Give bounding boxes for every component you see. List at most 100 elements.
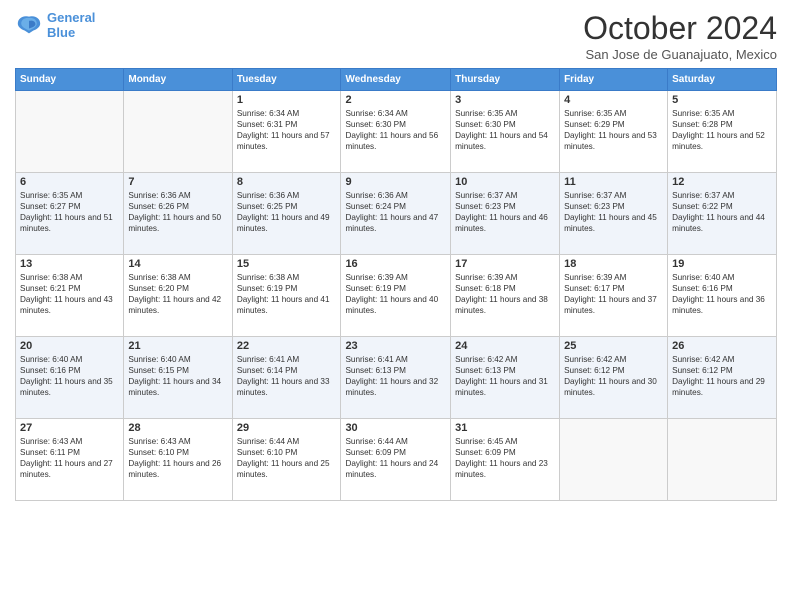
calendar-header-row: Sunday Monday Tuesday Wednesday Thursday… xyxy=(16,69,777,91)
day-number: 26 xyxy=(672,340,772,352)
day-info: Sunrise: 6:34 AMSunset: 6:30 PMDaylight:… xyxy=(345,108,446,152)
col-thursday: Thursday xyxy=(451,69,560,91)
calendar-cell xyxy=(560,419,668,501)
day-number: 31 xyxy=(455,422,555,434)
calendar-cell: 25 Sunrise: 6:42 AMSunset: 6:12 PMDayligh… xyxy=(560,337,668,419)
day-number: 28 xyxy=(128,422,227,434)
calendar-cell: 1Sunrise: 6:34 AMSunset: 6:31 PMDaylight… xyxy=(232,91,341,173)
calendar-cell: 26 Sunrise: 6:42 AMSunset: 6:12 PMDayligh… xyxy=(668,337,777,419)
calendar-cell: 30 Sunrise: 6:44 AMSunset: 6:09 PMDayligh… xyxy=(341,419,451,501)
calendar-cell: 22 Sunrise: 6:41 AMSunset: 6:14 PMDayligh… xyxy=(232,337,341,419)
calendar-cell: 15Sunrise: 6:38 AMSunset: 6:19 PMDayligh… xyxy=(232,255,341,337)
day-info: Sunrise: 6:36 AMSunset: 6:25 PMDaylight:… xyxy=(237,190,337,234)
day-info: Sunrise: 6:40 AMSunset: 6:16 PMDaylight:… xyxy=(20,354,119,398)
day-number: 30 xyxy=(345,422,446,434)
day-info: Sunrise: 6:42 AMSunset: 6:12 PMDaylight:… xyxy=(564,354,663,398)
col-friday: Friday xyxy=(560,69,668,91)
day-number: 13 xyxy=(20,258,119,270)
calendar-cell: 19 Sunrise: 6:40 AMSunset: 6:16 PMDayligh… xyxy=(668,255,777,337)
day-number: 1 xyxy=(237,94,337,106)
col-monday: Monday xyxy=(124,69,232,91)
day-number: 4 xyxy=(564,94,663,106)
calendar-cell: 29 Sunrise: 6:44 AMSunset: 6:10 PMDayligh… xyxy=(232,419,341,501)
day-info: Sunrise: 6:37 AMSunset: 6:23 PMDaylight:… xyxy=(455,190,555,234)
day-info: Sunrise: 6:39 AMSunset: 6:19 PMDaylight:… xyxy=(345,272,446,316)
day-number: 20 xyxy=(20,340,119,352)
col-tuesday: Tuesday xyxy=(232,69,341,91)
day-info: Sunrise: 6:41 AMSunset: 6:14 PMDaylight:… xyxy=(237,354,337,398)
day-number: 10 xyxy=(455,176,555,188)
calendar-cell: 20 Sunrise: 6:40 AMSunset: 6:16 PMDayligh… xyxy=(16,337,124,419)
logo-icon xyxy=(15,11,43,39)
calendar-cell: 6Sunrise: 6:35 AMSunset: 6:27 PMDaylight… xyxy=(16,173,124,255)
day-number: 5 xyxy=(672,94,772,106)
day-number: 6 xyxy=(20,176,119,188)
day-number: 22 xyxy=(237,340,337,352)
day-number: 19 xyxy=(672,258,772,270)
calendar-cell: 5 Sunrise: 6:35 AMSunset: 6:28 PMDaylight… xyxy=(668,91,777,173)
calendar-week-row: 6Sunrise: 6:35 AMSunset: 6:27 PMDaylight… xyxy=(16,173,777,255)
col-wednesday: Wednesday xyxy=(341,69,451,91)
calendar-cell xyxy=(668,419,777,501)
calendar-cell: 27 Sunrise: 6:43 AMSunset: 6:11 PMDayligh… xyxy=(16,419,124,501)
day-info: Sunrise: 6:36 AMSunset: 6:26 PMDaylight:… xyxy=(128,190,227,234)
day-info: Sunrise: 6:41 AMSunset: 6:13 PMDaylight:… xyxy=(345,354,446,398)
calendar-cell: 16 Sunrise: 6:39 AMSunset: 6:19 PMDayligh… xyxy=(341,255,451,337)
day-info: Sunrise: 6:35 AMSunset: 6:30 PMDaylight:… xyxy=(455,108,555,152)
calendar-cell: 21Sunrise: 6:40 AMSunset: 6:15 PMDayligh… xyxy=(124,337,232,419)
calendar-cell: 28 Sunrise: 6:43 AMSunset: 6:10 PMDayligh… xyxy=(124,419,232,501)
day-info: Sunrise: 6:43 AMSunset: 6:11 PMDaylight:… xyxy=(20,436,119,480)
day-number: 12 xyxy=(672,176,772,188)
col-sunday: Sunday xyxy=(16,69,124,91)
calendar-cell: 17Sunrise: 6:39 AMSunset: 6:18 PMDayligh… xyxy=(451,255,560,337)
calendar-week-row: 20 Sunrise: 6:40 AMSunset: 6:16 PMDayligh… xyxy=(16,337,777,419)
month-title: October 2024 xyxy=(583,10,777,47)
calendar-week-row: 13 Sunrise: 6:38 AMSunset: 6:21 PMDayligh… xyxy=(16,255,777,337)
day-info: Sunrise: 6:38 AMSunset: 6:21 PMDaylight:… xyxy=(20,272,119,316)
day-number: 8 xyxy=(237,176,337,188)
calendar-cell: 8 Sunrise: 6:36 AMSunset: 6:25 PMDaylight… xyxy=(232,173,341,255)
day-info: Sunrise: 6:37 AMSunset: 6:23 PMDaylight:… xyxy=(564,190,663,234)
day-number: 29 xyxy=(237,422,337,434)
day-info: Sunrise: 6:44 AMSunset: 6:10 PMDaylight:… xyxy=(237,436,337,480)
location: San Jose de Guanajuato, Mexico xyxy=(583,47,777,62)
day-number: 24 xyxy=(455,340,555,352)
day-info: Sunrise: 6:40 AMSunset: 6:16 PMDaylight:… xyxy=(672,272,772,316)
calendar-cell: 10 Sunrise: 6:37 AMSunset: 6:23 PMDayligh… xyxy=(451,173,560,255)
day-number: 23 xyxy=(345,340,446,352)
calendar-cell xyxy=(16,91,124,173)
calendar-cell: 9Sunrise: 6:36 AMSunset: 6:24 PMDaylight… xyxy=(341,173,451,255)
col-saturday: Saturday xyxy=(668,69,777,91)
day-number: 16 xyxy=(345,258,446,270)
day-number: 25 xyxy=(564,340,663,352)
day-info: Sunrise: 6:37 AMSunset: 6:22 PMDaylight:… xyxy=(672,190,772,234)
day-number: 2 xyxy=(345,94,446,106)
page: General Blue October 2024 San Jose de Gu… xyxy=(0,0,792,612)
calendar-cell xyxy=(124,91,232,173)
calendar-cell: 7 Sunrise: 6:36 AMSunset: 6:26 PMDaylight… xyxy=(124,173,232,255)
day-number: 9 xyxy=(345,176,446,188)
calendar-cell: 24Sunrise: 6:42 AMSunset: 6:13 PMDayligh… xyxy=(451,337,560,419)
day-number: 7 xyxy=(128,176,227,188)
day-info: Sunrise: 6:42 AMSunset: 6:12 PMDaylight:… xyxy=(672,354,772,398)
calendar-cell: 14Sunrise: 6:38 AMSunset: 6:20 PMDayligh… xyxy=(124,255,232,337)
logo-text: General Blue xyxy=(47,10,95,40)
day-number: 15 xyxy=(237,258,337,270)
calendar-week-row: 1Sunrise: 6:34 AMSunset: 6:31 PMDaylight… xyxy=(16,91,777,173)
day-info: Sunrise: 6:39 AMSunset: 6:18 PMDaylight:… xyxy=(455,272,555,316)
day-info: Sunrise: 6:45 AMSunset: 6:09 PMDaylight:… xyxy=(455,436,555,480)
calendar-cell: 12 Sunrise: 6:37 AMSunset: 6:22 PMDayligh… xyxy=(668,173,777,255)
day-number: 27 xyxy=(20,422,119,434)
calendar-cell: 13 Sunrise: 6:38 AMSunset: 6:21 PMDayligh… xyxy=(16,255,124,337)
day-info: Sunrise: 6:35 AMSunset: 6:29 PMDaylight:… xyxy=(564,108,663,152)
logo: General Blue xyxy=(15,10,95,40)
day-info: Sunrise: 6:44 AMSunset: 6:09 PMDaylight:… xyxy=(345,436,446,480)
day-number: 18 xyxy=(564,258,663,270)
title-block: October 2024 San Jose de Guanajuato, Mex… xyxy=(583,10,777,62)
day-number: 3 xyxy=(455,94,555,106)
day-number: 14 xyxy=(128,258,227,270)
calendar-cell: 3 Sunrise: 6:35 AMSunset: 6:30 PMDaylight… xyxy=(451,91,560,173)
calendar-cell: 2 Sunrise: 6:34 AMSunset: 6:30 PMDaylight… xyxy=(341,91,451,173)
day-info: Sunrise: 6:35 AMSunset: 6:28 PMDaylight:… xyxy=(672,108,772,152)
day-info: Sunrise: 6:43 AMSunset: 6:10 PMDaylight:… xyxy=(128,436,227,480)
